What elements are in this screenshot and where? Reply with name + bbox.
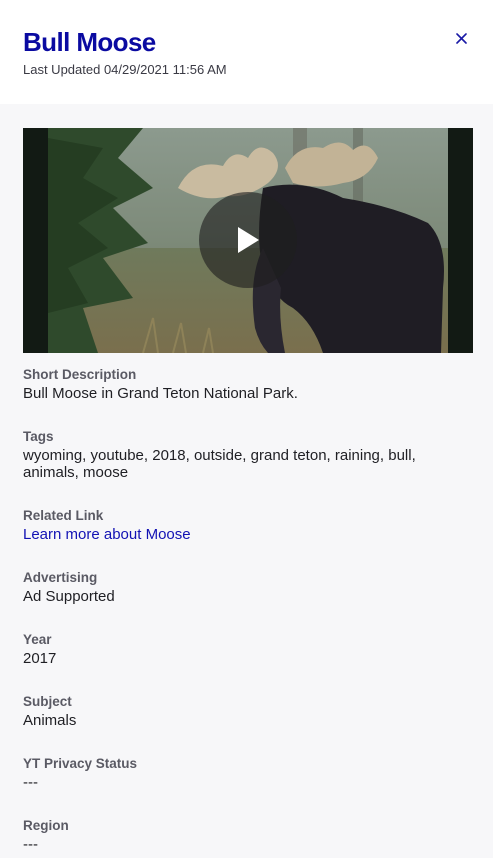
- year-field: Year 2017: [23, 631, 463, 667]
- related-link[interactable]: Learn more about Moose: [23, 526, 191, 543]
- last-updated-text: Last Updated 04/29/2021 11:56 AM: [23, 62, 227, 77]
- short-description-field: Short Description Bull Moose in Grand Te…: [23, 366, 463, 402]
- tags-value-line1: wyoming, youtube, 2018, outside, grand t…: [23, 447, 416, 464]
- region-field: Region ---: [23, 817, 463, 853]
- short-description-value: Bull Moose in Grand Teton National Park.: [23, 385, 298, 402]
- yt-privacy-status-value: ---: [23, 774, 38, 791]
- related-link-field: Related Link Learn more about Moose: [23, 507, 463, 544]
- yt-privacy-status-label: YT Privacy Status: [23, 756, 138, 771]
- subject-field: Subject Animals: [23, 693, 463, 729]
- tags-label: Tags: [23, 429, 54, 444]
- advertising-label: Advertising: [23, 570, 98, 585]
- region-value: ---: [23, 836, 38, 853]
- play-icon: [238, 227, 259, 253]
- year-value: 2017: [23, 650, 57, 667]
- close-icon: [455, 32, 467, 44]
- play-button[interactable]: [199, 192, 297, 288]
- close-button[interactable]: [450, 27, 472, 49]
- tags-field: Tags wyoming, youtube, 2018, outside, gr…: [23, 428, 463, 481]
- yt-privacy-status-field: YT Privacy Status ---: [23, 755, 463, 791]
- detail-header: Bull Moose Last Updated 04/29/2021 11:56…: [0, 0, 493, 104]
- advertising-field: Advertising Ad Supported: [23, 569, 463, 605]
- related-link-label: Related Link: [23, 508, 104, 523]
- video-player[interactable]: [23, 128, 473, 353]
- subject-label: Subject: [23, 694, 72, 709]
- subject-value: Animals: [23, 712, 77, 729]
- advertising-value: Ad Supported: [23, 588, 115, 605]
- region-label: Region: [23, 818, 69, 833]
- short-description-label: Short Description: [23, 367, 137, 382]
- year-label: Year: [23, 632, 52, 647]
- page-title: Bull Moose: [23, 27, 156, 57]
- detail-panel: Short Description Bull Moose in Grand Te…: [0, 104, 493, 858]
- tags-value-line2: animals, moose: [23, 464, 129, 481]
